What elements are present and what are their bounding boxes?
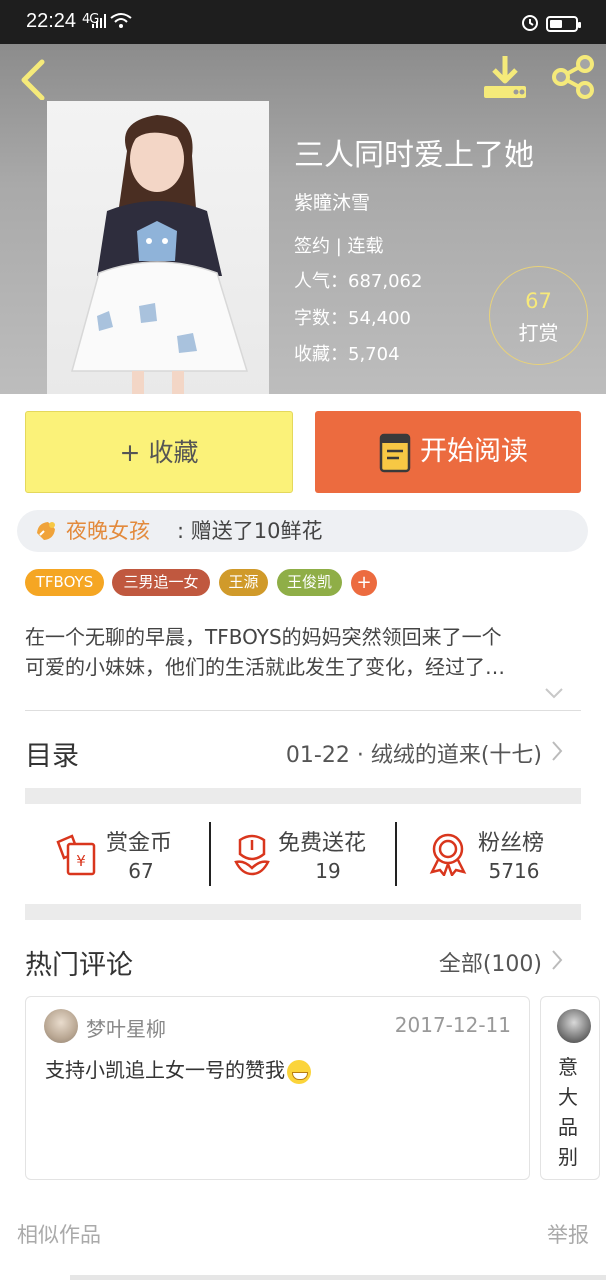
stat-fans[interactable]: 粉丝榜 5716 [428, 822, 568, 886]
flower-icon [234, 834, 270, 876]
book-author[interactable]: 紫瞳沐雪 [294, 188, 370, 215]
comment-text: 支持小凯追上女一号的赞我 [45, 1058, 285, 1082]
avatar[interactable] [44, 1009, 78, 1043]
comment-user[interactable]: 梦叶星柳 [86, 1013, 166, 1042]
divider [25, 710, 581, 711]
battery-icon [546, 16, 581, 32]
section-gap [25, 904, 581, 920]
status-time: 22:24 [26, 10, 77, 32]
book-cover[interactable] [47, 101, 269, 394]
chevron-right-icon [552, 950, 563, 970]
svg-text:¥: ¥ [76, 852, 86, 870]
book-status: 签约 | 连载 [294, 236, 384, 257]
book-word-count: 字数：54,400 [294, 308, 411, 329]
description-line-1: 在一个无聊的早晨，TFBOYS的妈妈突然领回来了一个 [25, 625, 502, 649]
tag-three-boys[interactable]: 三男追一女 [112, 569, 210, 596]
catalog-title: 目录 [25, 741, 79, 772]
comment-preview-char: 意 [558, 1055, 578, 1079]
gift-notice: 夜晚女孩 : 赠送了10鲜花 [17, 510, 588, 552]
tag-tfboys[interactable]: TFBOYS [25, 569, 104, 596]
similar-works-strip [70, 1275, 606, 1280]
medal-icon [429, 833, 467, 876]
add-tag-button[interactable]: + [351, 570, 377, 596]
share-icon [552, 55, 594, 99]
book-icon [379, 433, 411, 473]
report-link[interactable]: 举报 [547, 1219, 589, 1249]
stat-coins-label: 赏金币 [106, 831, 173, 856]
section-gap [25, 788, 581, 804]
book-description[interactable]: 在一个无聊的早晨，TFBOYS的妈妈突然领回来了一个 可爱的小妹妹，他们的生活就… [25, 622, 581, 682]
tip-button[interactable]: 67 打赏 [489, 266, 588, 365]
description-line-2: 可爱的小妹妹，他们的生活就此发生了变化，经过了… [25, 655, 505, 679]
comment-card-next[interactable]: 意 大 品 别 [540, 996, 600, 1180]
favorite-button[interactable]: + 收藏 [25, 411, 293, 493]
stat-separator [209, 822, 211, 886]
all-comments-label: 全部(100) [438, 952, 542, 977]
comment-preview-char: 品 [558, 1115, 578, 1139]
stat-coins[interactable]: ¥ 赏金币 67 [54, 822, 204, 886]
chevron-down-icon[interactable] [544, 686, 564, 700]
status-bar: 22:24 4G [0, 0, 606, 44]
gift-user[interactable]: 夜晚女孩 [66, 510, 150, 552]
stat-flowers[interactable]: 免费送花 19 [232, 822, 392, 886]
start-reading-button[interactable]: 开始阅读 [315, 411, 581, 493]
comment-card[interactable]: 梦叶星柳 2017-12-11 支持小凯追上女一号的赞我 [25, 996, 530, 1180]
hot-comments-title: 热门评论 [25, 950, 133, 981]
stat-fans-label: 粉丝榜 [478, 831, 545, 856]
book-title: 三人同时爱上了她 [294, 138, 534, 173]
similar-works-title: 相似作品 [17, 1223, 101, 1247]
tag-wang-junkai[interactable]: 王俊凯 [277, 569, 342, 596]
comment-date: 2017-12-11 [394, 1013, 511, 1037]
comment-text-wrap: 支持小凯追上女一号的赞我 [45, 1054, 311, 1084]
gift-icon [37, 522, 55, 540]
wifi-icon [110, 13, 132, 28]
chevron-right-icon [552, 741, 563, 761]
back-button[interactable] [14, 56, 54, 101]
stat-flowers-label: 免费送花 [278, 831, 367, 856]
download-icon [484, 56, 526, 98]
book-header: 三人同时爱上了她 紫瞳沐雪 签约 | 连载 人气：687,062 字数：54,4… [0, 44, 606, 394]
book-popularity: 人气：687,062 [294, 271, 423, 292]
red-envelope-icon: ¥ [56, 834, 96, 876]
signal-bars-icon [92, 14, 106, 28]
grin-emoji-icon [287, 1059, 311, 1084]
back-icon [21, 59, 45, 101]
gift-text: : 赠送了10鲜花 [177, 519, 323, 543]
stat-coins-value: 67 [128, 859, 154, 883]
avatar[interactable] [557, 1009, 591, 1043]
tip-label: 打赏 [518, 321, 559, 345]
stat-fans-value: 5716 [488, 859, 540, 883]
tag-wang-yuan[interactable]: 王源 [219, 569, 268, 596]
download-button[interactable] [480, 54, 530, 100]
tip-count: 67 [525, 289, 552, 313]
stat-separator [395, 822, 397, 886]
alarm-icon [522, 15, 538, 31]
comment-preview-char: 别 [558, 1145, 578, 1169]
cover-illustration [71, 115, 249, 394]
stat-flowers-value: 19 [315, 859, 341, 883]
share-button[interactable] [548, 54, 598, 100]
comment-preview-char: 大 [558, 1085, 578, 1109]
catalog-latest-chapter: 01-22 · 绒绒的道来(十七) [285, 743, 542, 768]
start-reading-label: 开始阅读 [420, 436, 528, 467]
book-collections: 收藏：5,704 [294, 344, 400, 365]
